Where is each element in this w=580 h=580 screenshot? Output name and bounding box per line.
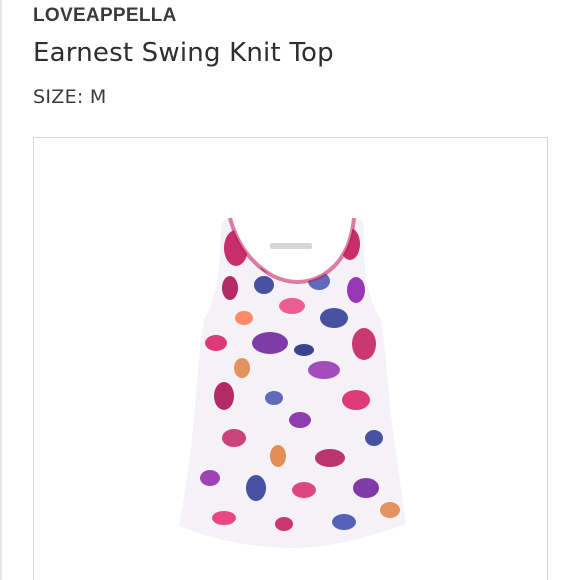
product-listing-page: LOVEAPPELLA Earnest Swing Knit Top SIZE:… — [0, 0, 580, 580]
left-divider — [0, 0, 2, 580]
product-image-frame[interactable] — [33, 137, 548, 580]
product-photo — [179, 217, 406, 548]
size-label: SIZE: M — [33, 86, 107, 108]
brand-name[interactable]: LOVEAPPELLA — [33, 5, 177, 27]
product-title: Earnest Swing Knit Top — [33, 38, 334, 68]
tank-top-garment — [179, 217, 406, 548]
